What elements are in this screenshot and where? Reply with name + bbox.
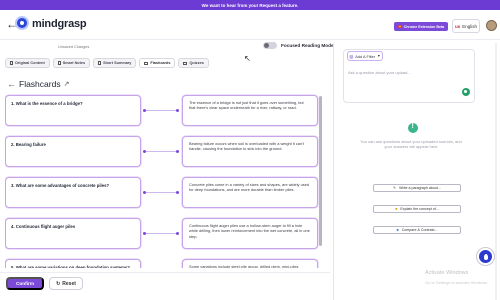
user-avatar[interactable] [486,20,497,31]
flashcard-question[interactable]: 1. What is the essence of a bridge? [5,95,141,126]
top-header: ← mindgrasp Chrome Extension Beta us Eng… [0,10,500,40]
suggestion-label: Explain the concept of... [400,207,439,211]
flashcard-row: 2. Bearing failure Bearing failure occur… [5,136,323,167]
reset-button[interactable]: ↻ Reset [49,277,83,290]
right-scrollbar[interactable] [495,43,497,300]
quiz-icon [183,61,188,65]
document-icon [10,61,13,65]
activate-windows-watermark: Activate Windows [425,270,469,276]
compare-icon: ■ [396,228,399,232]
flag-icon: us [454,23,461,29]
question-input[interactable]: Ask a question about your upload... [348,70,411,75]
notes-icon [57,61,61,65]
add-filter-label: Add A Filter [355,53,376,59]
mindgrasp-logo-icon [15,16,29,30]
reset-label: Reset [62,280,76,287]
tab-label: Quizzes [189,61,204,65]
tab-label: Flashcards [150,61,171,65]
tab-label: Short Summary [103,61,132,65]
tab-original-content[interactable]: Original Content [5,58,50,68]
flashcards-scrollbar[interactable] [319,96,322,246]
write-icon: ✎ [393,186,397,190]
suggestion-compare[interactable]: ■ Compare & Contrast... [373,226,461,234]
feature-request-banner[interactable]: We want to hear from you! Request a feat… [0,0,500,10]
flashcard-question[interactable]: 5. What are some variations on deep foun… [5,259,141,268]
unsaved-status: Unsaved Changes [58,45,90,49]
flashcard-row: 3. What are some advantages of concrete … [5,177,323,208]
flashcard-question[interactable]: 4. Continuous flight auger piles [5,218,141,249]
reset-icon: ↻ [56,280,61,287]
send-icon[interactable] [462,88,470,96]
suggestion-label: Write a paragraph about... [399,186,441,190]
tab-label: Smart Notes [62,61,86,65]
tab-flashcards[interactable]: Flashcards [139,58,176,68]
suggestion-write-paragraph[interactable]: ✎ Write a paragraph about... [373,184,461,192]
chrome-extension-button[interactable]: Chrome Extension Beta [394,22,448,31]
chrome-icon [397,24,402,29]
chat-launcher-button[interactable] [477,248,494,265]
chevron-down-icon: ▼ [377,54,381,58]
assistant-icon [408,123,418,133]
flashcard-list: 1. What is the essence of a bridge? The … [5,92,323,268]
suggestion-explain-concept[interactable]: ■ Explain the concept of... [373,205,461,213]
confirm-button[interactable]: Confirm [6,277,44,290]
suggestion-label: Compare & Contrast... [401,228,438,232]
tab-short-summary[interactable]: Short Summary [93,58,137,68]
add-filter-button[interactable]: ▧ Add A Filter ▼ [347,51,383,61]
mouse-pointer-icon: ↖ [244,54,251,63]
flashcard-row: 1. What is the essence of a bridge? The … [5,95,323,126]
summary-icon [98,61,102,65]
flashcard-row: 4. Continuous flight auger piles Continu… [5,218,323,249]
focused-reading-label: Focused Reading Mode [281,43,334,48]
filter-icon: ▧ [349,53,354,59]
language-label: English [462,23,478,29]
assistant-hint: You can ask questions about your uploade… [360,139,462,149]
content-tabs: Original Content Smart Notes Short Summa… [5,58,209,70]
tab-quizzes[interactable]: Quizzes [178,58,209,68]
flashcard-answer[interactable]: Some variations include steel pile group… [182,259,318,268]
flashcards-icon [144,61,149,65]
flashcard-row: 5. What are some variations on deep foun… [5,259,323,268]
flashcard-answer[interactable]: Bearing failure occurs when soil is over… [182,136,318,167]
flashcard-connector [143,109,179,112]
flashcards-title: Flashcards [19,79,61,89]
flashcard-answer[interactable]: Concrete piles come in a variety of size… [182,177,318,208]
lightbulb-icon: ■ [395,207,398,211]
flashcard-connector [143,191,179,194]
flashcard-question[interactable]: 2. Bearing failure [5,136,141,167]
flashcards-back-icon[interactable]: ← [7,79,16,89]
brand-name: mindgrasp [32,18,87,30]
chrome-extension-label: Chrome Extension Beta [403,24,445,29]
flashcard-connector [143,232,179,235]
language-selector[interactable]: us English [452,19,480,33]
flashcard-answer[interactable]: Continuous flight auger piles use a holl… [182,218,318,249]
flashcard-answer[interactable]: The essence of a bridge is not just that… [182,95,318,126]
open-external-icon[interactable]: ↗ [64,80,70,88]
focused-reading-toggle[interactable] [263,42,277,49]
flashcard-question[interactable]: 3. What are some advantages of concrete … [5,177,141,208]
tab-label: Original Content [15,61,45,65]
tab-smart-notes[interactable]: Smart Notes [52,58,91,68]
flashcards-header: ← Flashcards ↗ [7,79,69,89]
flashcard-connector [143,150,179,153]
activate-windows-subtext: Go to Settings to activate Windows. [425,280,489,285]
